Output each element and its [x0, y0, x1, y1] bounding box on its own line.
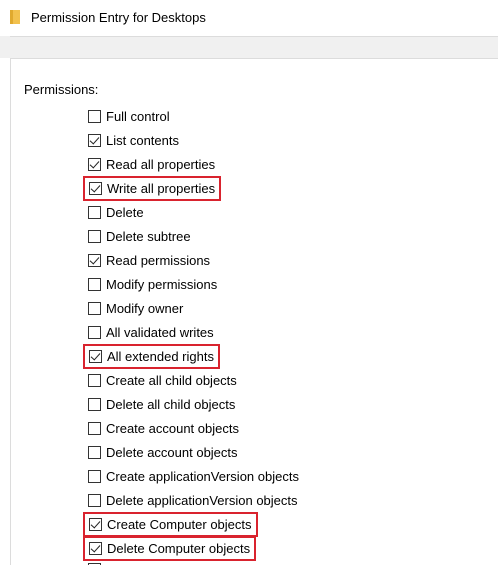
- highlighted-permission-row[interactable]: All extended rights: [83, 344, 220, 369]
- permission-row[interactable]: Delete applicationVersion objects: [86, 489, 301, 511]
- unchecked-checkbox[interactable]: [88, 325, 101, 339]
- permission-label: Delete account objects: [106, 444, 238, 460]
- permission-row[interactable]: Delete account objects: [86, 441, 241, 463]
- unchecked-checkbox[interactable]: [88, 205, 101, 219]
- permission-label: All validated writes: [106, 324, 214, 340]
- permission-label: Write all properties: [107, 181, 216, 196]
- permission-row[interactable]: All validated writes: [86, 321, 217, 343]
- permission-label: All extended rights: [107, 349, 214, 364]
- permission-row[interactable]: Create applicationVersion objects: [86, 465, 302, 487]
- highlighted-permission-row[interactable]: Write all properties: [83, 176, 222, 201]
- window-title: Permission Entry for Desktops: [31, 10, 206, 25]
- checked-checkbox[interactable]: [88, 157, 101, 171]
- permission-label: Create Computer objects: [107, 517, 252, 532]
- permission-row[interactable]: Full control: [86, 105, 173, 127]
- unchecked-checkbox[interactable]: [88, 301, 101, 315]
- permission-row[interactable]: Read all properties: [86, 153, 218, 175]
- permission-row[interactable]: Create all child objects: [86, 369, 240, 391]
- permission-label: Create account objects: [106, 420, 239, 436]
- divider: [10, 36, 498, 37]
- unchecked-checkbox[interactable]: [88, 469, 101, 483]
- permission-row[interactable]: Create account objects: [86, 417, 242, 439]
- permission-label: List contents: [106, 132, 179, 148]
- permission-row[interactable]: Delete all child objects: [86, 393, 238, 415]
- unchecked-checkbox[interactable]: [88, 373, 101, 387]
- permission-label: Read permissions: [106, 252, 211, 268]
- unchecked-checkbox[interactable]: [88, 109, 101, 123]
- permission-label: Full control: [106, 108, 170, 124]
- checked-checkbox[interactable]: [89, 542, 102, 555]
- checked-checkbox[interactable]: [88, 253, 101, 267]
- permission-row[interactable]: Modify permissions: [86, 273, 220, 295]
- permission-label: Read all properties: [106, 156, 216, 172]
- permission-label: Modify owner: [106, 300, 184, 316]
- checked-checkbox[interactable]: [89, 350, 102, 363]
- permission-label: Create applicationVersion objects: [106, 468, 299, 484]
- permission-row[interactable]: Delete: [86, 201, 147, 223]
- permission-label: Delete all child objects: [106, 396, 236, 412]
- unchecked-checkbox[interactable]: [88, 421, 101, 435]
- permission-row[interactable]: Modify owner: [86, 297, 186, 319]
- unchecked-checkbox[interactable]: [88, 493, 101, 507]
- permission-label: Modify permissions: [106, 276, 218, 292]
- folder-icon: [10, 10, 20, 24]
- permission-label: Create all child objects: [106, 372, 237, 388]
- checked-checkbox[interactable]: [89, 518, 102, 531]
- permission-row[interactable]: Read permissions: [86, 249, 213, 271]
- permission-label: Delete subtree: [106, 228, 191, 244]
- permission-label: Delete Computer objects: [107, 541, 251, 556]
- unchecked-checkbox[interactable]: [88, 229, 101, 243]
- permission-row[interactable]: Delete subtree: [86, 225, 194, 247]
- title-bar: Permission Entry for Desktops: [0, 0, 498, 36]
- header-strip: [0, 36, 498, 58]
- permission-row[interactable]: List contents: [86, 129, 182, 151]
- unchecked-checkbox[interactable]: [88, 397, 101, 411]
- checked-checkbox[interactable]: [89, 182, 102, 195]
- unchecked-checkbox[interactable]: [88, 445, 101, 459]
- permission-label: Delete: [106, 204, 144, 220]
- permissions-heading: Permissions:: [24, 82, 99, 97]
- permission-label: Delete applicationVersion objects: [106, 492, 298, 508]
- highlighted-permission-row[interactable]: Delete Computer objects: [83, 536, 257, 561]
- checked-checkbox[interactable]: [88, 133, 101, 147]
- unchecked-checkbox[interactable]: [88, 277, 101, 291]
- highlighted-permission-row[interactable]: Create Computer objects: [83, 512, 258, 537]
